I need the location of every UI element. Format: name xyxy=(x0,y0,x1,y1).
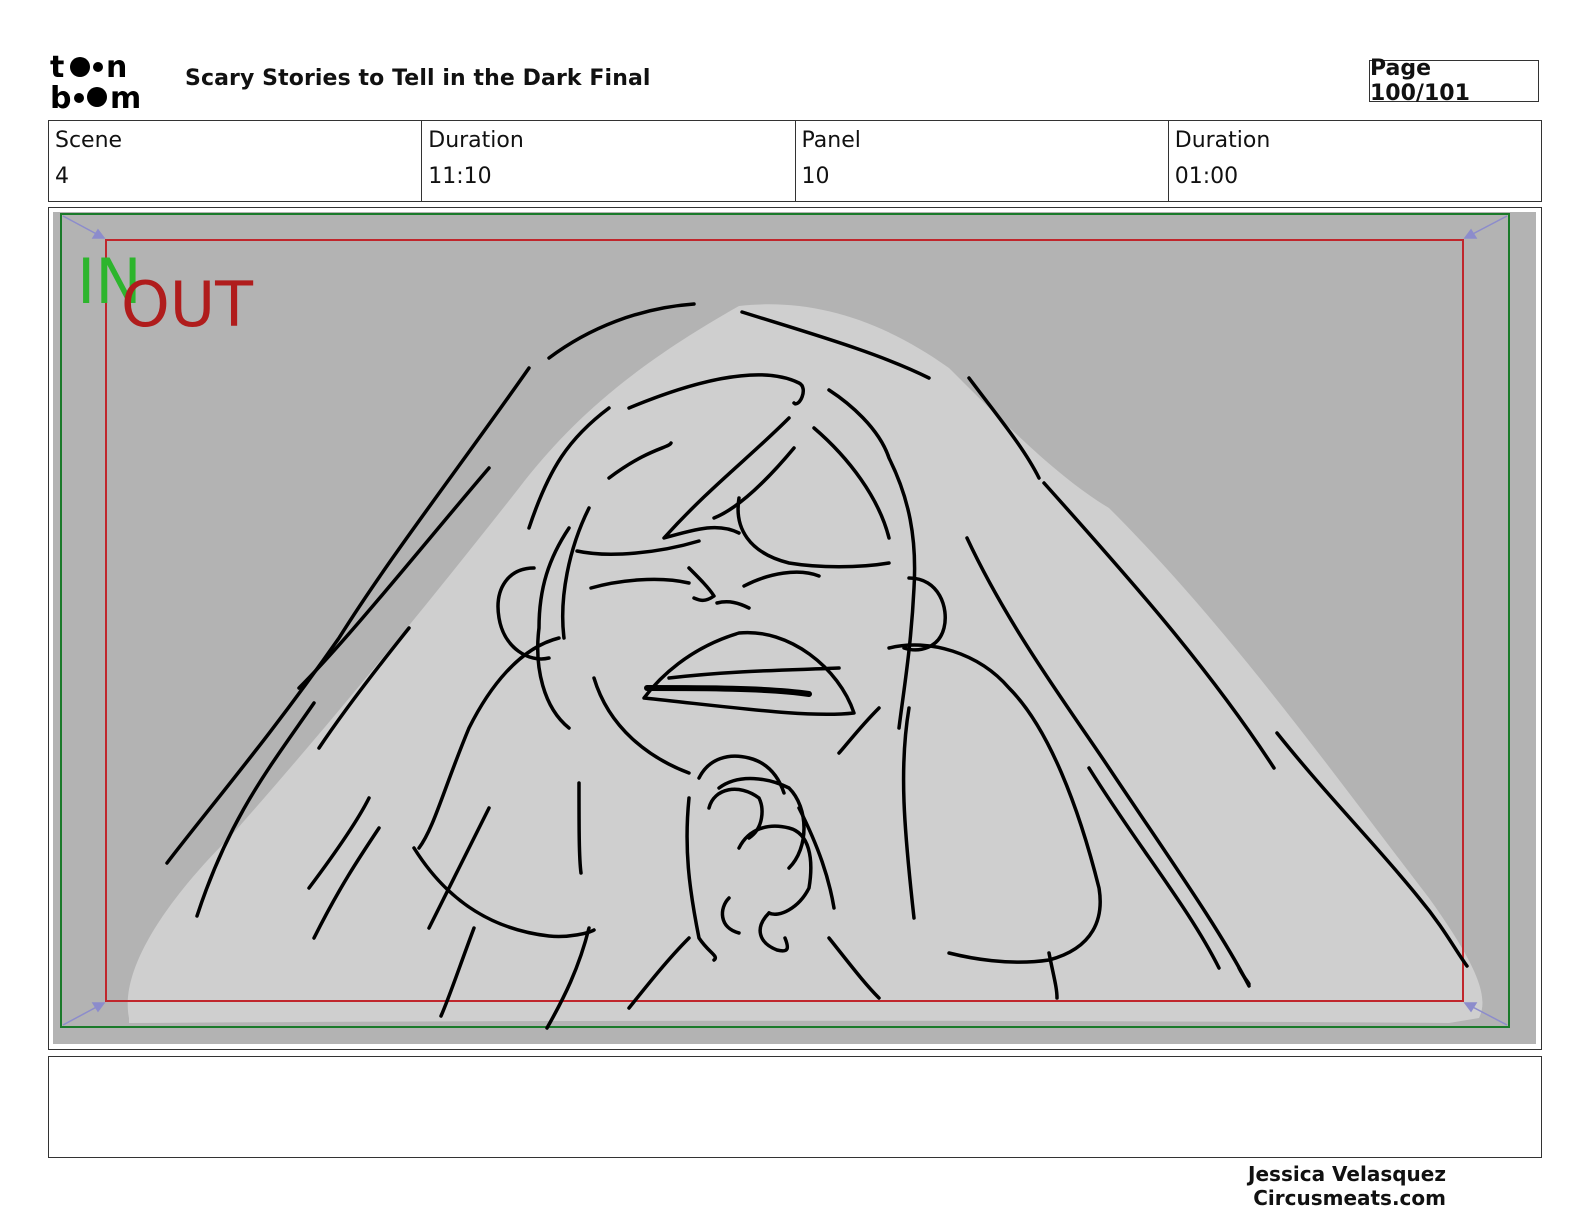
panel-drawing: IN OUT xyxy=(49,208,1540,1048)
page-number: Page 100/101 xyxy=(1369,56,1539,106)
svg-text:n: n xyxy=(106,50,127,85)
artist-credit: Jessica Velasquez Circusmeats.com xyxy=(1180,1162,1446,1210)
storyboard-panel: IN OUT xyxy=(48,207,1542,1050)
scene-value: 4 xyxy=(55,164,69,189)
scene-label: Scene xyxy=(55,128,123,153)
svg-text:m: m xyxy=(110,81,141,112)
scene-duration-cell: Duration 11:10 xyxy=(422,121,796,201)
scene-duration-value: 11:10 xyxy=(428,164,492,189)
artist-site: Circusmeats.com xyxy=(1253,1186,1446,1210)
scene-info-table: Scene 4 Duration 11:10 Panel 10 Duration… xyxy=(48,120,1542,202)
panel-cell: Panel 10 xyxy=(796,121,1169,201)
panel-label: Panel xyxy=(801,128,861,153)
panel-duration-value: 01:00 xyxy=(1174,164,1239,189)
document-title: Scary Stories to Tell in the Dark Final xyxy=(185,66,651,91)
svg-text:b: b xyxy=(50,81,71,112)
panel-value: 10 xyxy=(801,164,830,189)
artist-name: Jessica Velasquez xyxy=(1248,1162,1446,1186)
panel-duration-cell: Duration 01:00 xyxy=(1169,121,1541,201)
svg-text:t: t xyxy=(50,50,64,85)
panel-duration-label: Duration xyxy=(1174,128,1271,153)
out-label: OUT xyxy=(121,268,254,341)
panel-notes-box xyxy=(48,1056,1542,1158)
scene-duration-label: Duration xyxy=(428,128,524,153)
scene-cell: Scene 4 xyxy=(49,121,423,201)
toon-boom-logo: t n b m xyxy=(50,50,141,112)
